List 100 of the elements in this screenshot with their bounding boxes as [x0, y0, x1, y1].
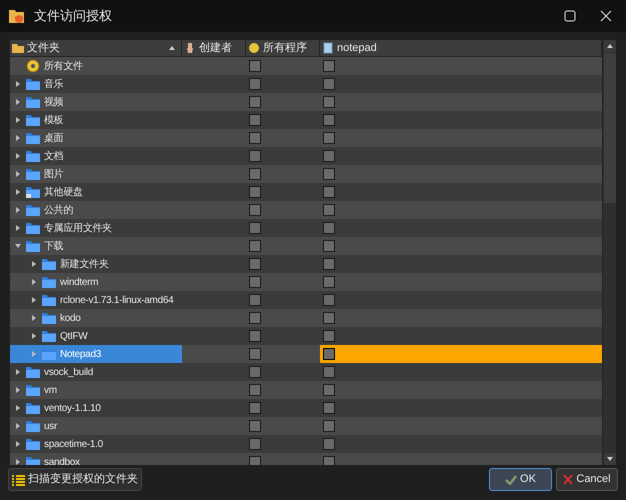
checkbox[interactable]: [249, 150, 261, 162]
checkbox[interactable]: [323, 204, 335, 216]
checkbox[interactable]: [249, 348, 261, 360]
cancel-button[interactable]: Cancel: [556, 468, 618, 491]
expand-arrow-icon[interactable]: [16, 441, 20, 447]
folder-icon: [25, 114, 41, 126]
checkbox[interactable]: [249, 276, 261, 288]
expand-arrow-icon[interactable]: [16, 81, 20, 87]
column-header[interactable]: 创建者: [182, 40, 246, 56]
folder-icon: [41, 258, 57, 270]
checkbox[interactable]: [323, 312, 335, 324]
checkbox[interactable]: [249, 222, 261, 234]
expand-arrow-icon[interactable]: [16, 99, 20, 105]
checkbox[interactable]: [323, 438, 335, 450]
column-header[interactable]: 文件夹: [10, 40, 182, 56]
folder-cell[interactable]: Notepad3: [10, 345, 182, 363]
checkbox[interactable]: [323, 186, 335, 198]
checkbox[interactable]: [249, 456, 261, 465]
checkbox[interactable]: [249, 60, 261, 72]
folder-name: 公共的: [44, 204, 74, 218]
expand-arrow-icon[interactable]: [16, 405, 20, 411]
checkbox[interactable]: [323, 420, 335, 432]
folder-icon: [25, 438, 41, 450]
expand-arrow-icon[interactable]: [16, 225, 20, 231]
expand-arrow-icon[interactable]: [16, 207, 20, 213]
list-icon: [12, 474, 25, 486]
shield-folder-icon: [8, 8, 26, 24]
folder-icon: [25, 150, 41, 162]
checkbox[interactable]: [249, 294, 261, 306]
folder-name: kodo: [60, 312, 80, 326]
ok-button[interactable]: OK: [489, 468, 552, 491]
expand-arrow-icon[interactable]: [16, 387, 20, 393]
checkbox[interactable]: [249, 258, 261, 270]
checkbox[interactable]: [323, 240, 335, 252]
folder-icon: [25, 222, 41, 234]
expand-arrow-icon[interactable]: [16, 189, 20, 195]
checkbox[interactable]: [249, 240, 261, 252]
checkbox[interactable]: [249, 420, 261, 432]
column-header[interactable]: 所有程序: [246, 40, 320, 56]
checkbox[interactable]: [249, 186, 261, 198]
expand-arrow-icon[interactable]: [16, 153, 20, 159]
checkbox[interactable]: [249, 384, 261, 396]
checkbox[interactable]: [249, 330, 261, 342]
checkbox[interactable]: [323, 150, 335, 162]
checkbox[interactable]: [249, 402, 261, 414]
checkbox[interactable]: [323, 60, 335, 72]
checkbox[interactable]: [249, 204, 261, 216]
checkbox[interactable]: [323, 114, 335, 126]
folder-icon: [41, 294, 57, 306]
notepad-icon: [322, 42, 334, 54]
folder-name: 其他硬盘: [44, 186, 83, 200]
maximize-icon[interactable]: [564, 10, 576, 22]
checkbox[interactable]: [249, 366, 261, 378]
folder-icon: [41, 330, 57, 342]
folder-icon: [25, 420, 41, 432]
collapse-arrow-icon[interactable]: [15, 244, 21, 248]
checkbox[interactable]: [323, 222, 335, 234]
checkbox[interactable]: [323, 132, 335, 144]
checkbox[interactable]: [323, 348, 335, 360]
expand-arrow-icon[interactable]: [32, 261, 36, 267]
folder-icon: [25, 384, 41, 396]
folder-name: 专属应用文件夹: [44, 222, 112, 236]
checkbox[interactable]: [249, 438, 261, 450]
checkbox[interactable]: [323, 168, 335, 180]
expand-arrow-icon[interactable]: [32, 297, 36, 303]
expand-arrow-icon[interactable]: [32, 315, 36, 321]
folder-icon: [25, 168, 41, 180]
checkbox[interactable]: [323, 294, 335, 306]
checkbox[interactable]: [323, 96, 335, 108]
header-folder-icon: [12, 42, 24, 54]
checkbox[interactable]: [249, 96, 261, 108]
checkbox[interactable]: [249, 168, 261, 180]
folder-name: 模板: [44, 114, 64, 128]
checkbox[interactable]: [249, 132, 261, 144]
checkbox[interactable]: [323, 276, 335, 288]
expand-arrow-icon[interactable]: [16, 117, 20, 123]
scrollbar[interactable]: [602, 40, 616, 465]
scan-button[interactable]: 扫描变更授权的文件夹: [8, 468, 142, 491]
expand-arrow-icon[interactable]: [16, 369, 20, 375]
checkbox[interactable]: [323, 366, 335, 378]
close-icon[interactable]: [600, 10, 612, 22]
folder-name: vsock_build: [44, 366, 93, 380]
folder-name: Notepad3: [60, 348, 101, 362]
focused-cell[interactable]: [320, 345, 602, 363]
checkbox[interactable]: [323, 330, 335, 342]
sort-caret-icon: [169, 46, 175, 50]
checkbox[interactable]: [323, 78, 335, 90]
expand-arrow-icon[interactable]: [16, 423, 20, 429]
checkbox[interactable]: [323, 402, 335, 414]
disc-icon: [248, 42, 260, 54]
checkbox[interactable]: [323, 258, 335, 270]
expand-arrow-icon[interactable]: [16, 135, 20, 141]
expand-arrow-icon[interactable]: [32, 333, 36, 339]
checkbox[interactable]: [323, 384, 335, 396]
checkbox[interactable]: [249, 114, 261, 126]
expand-arrow-icon[interactable]: [32, 279, 36, 285]
checkbox[interactable]: [249, 78, 261, 90]
expand-arrow-icon[interactable]: [16, 171, 20, 177]
checkbox[interactable]: [249, 312, 261, 324]
checkbox[interactable]: [323, 456, 335, 465]
